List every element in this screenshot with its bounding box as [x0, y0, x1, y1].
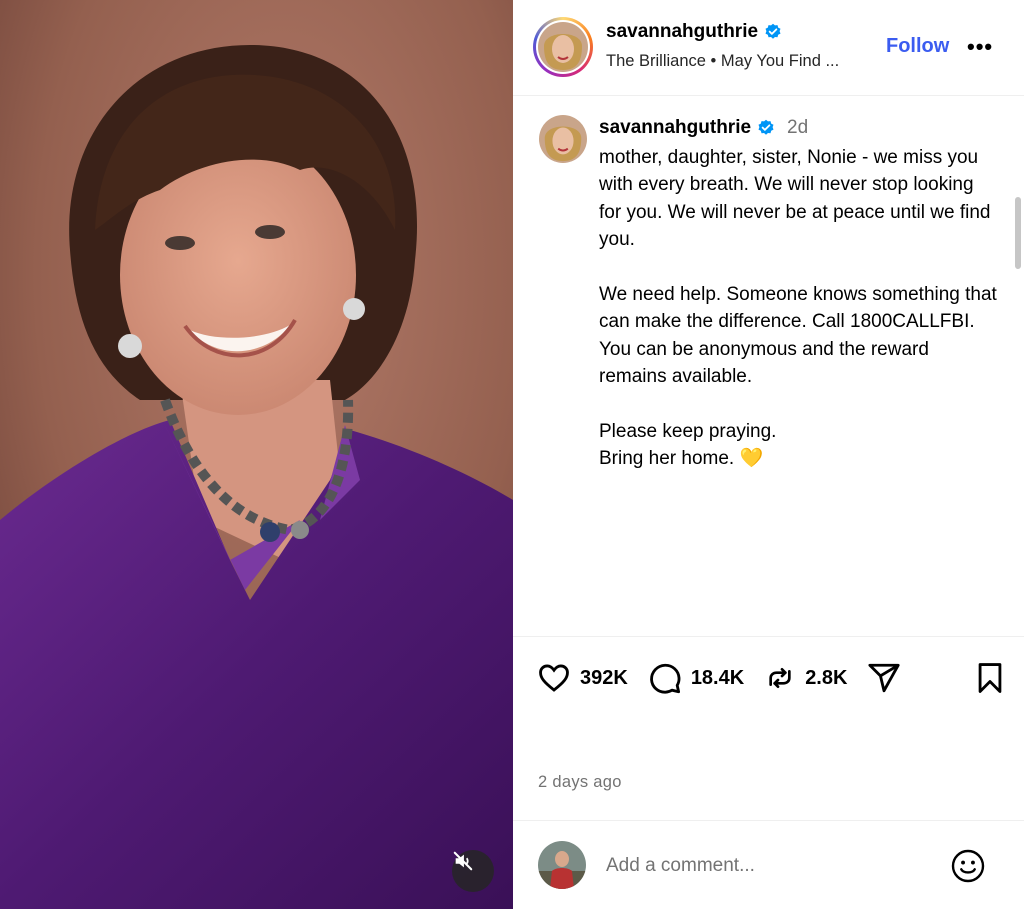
more-options-button[interactable]: ••• — [967, 34, 993, 60]
verified-badge-icon — [765, 23, 781, 39]
caption-paragraph: mother, daughter, sister, Nonie - we mis… — [599, 147, 991, 251]
caption-paragraph: We need help. Someone knows something th… — [599, 284, 997, 388]
like-count[interactable]: 392K — [580, 667, 628, 690]
story-avatar[interactable] — [533, 17, 593, 77]
header-username-row: savannahguthrie — [606, 21, 782, 43]
repost-count[interactable]: 2.8K — [805, 667, 847, 690]
post-media[interactable] — [0, 0, 513, 909]
post-time[interactable]: 2d — [787, 117, 808, 139]
scrollbar[interactable] — [1015, 197, 1021, 269]
paper-plane-icon — [868, 663, 901, 693]
post-date[interactable]: 2 days ago — [538, 773, 622, 792]
save-button[interactable] — [973, 660, 1007, 701]
mute-button[interactable] — [452, 850, 494, 892]
heart-icon — [539, 664, 569, 692]
header-username[interactable]: savannahguthrie — [606, 21, 758, 43]
emoji-button[interactable] — [950, 848, 986, 889]
emoji-icon — [951, 849, 985, 883]
follow-button[interactable]: Follow — [886, 35, 949, 58]
post-photo — [0, 0, 513, 909]
add-comment-row — [513, 820, 1024, 909]
bookmark-icon — [978, 663, 1002, 693]
post-details-panel: savannahguthrie The Brilliance • May You… — [513, 0, 1024, 909]
avatar — [538, 22, 588, 72]
caption-username-row: savannahguthrie 2d — [599, 117, 808, 139]
like-button[interactable]: 392K — [537, 661, 628, 695]
caption-text: mother, daughter, sister, Nonie - we mis… — [599, 144, 999, 473]
repost-button[interactable]: 2.8K — [764, 661, 847, 695]
verified-badge-icon — [758, 119, 774, 135]
speaker-muted-icon — [453, 851, 473, 871]
audio-line[interactable]: The Brilliance • May You Find ... — [606, 52, 839, 71]
action-bar: 392K 18.4K 2.8K — [537, 658, 1007, 698]
repost-icon — [769, 668, 791, 688]
viewer-avatar[interactable] — [538, 841, 586, 889]
comment-count[interactable]: 18.4K — [691, 667, 744, 690]
post-header: savannahguthrie The Brilliance • May You… — [513, 0, 1024, 96]
caption-area[interactable]: savannahguthrie 2d mother, daughter, sis… — [513, 97, 1024, 637]
comment-bubble-icon — [649, 663, 681, 694]
share-button[interactable] — [867, 661, 901, 695]
caption-username[interactable]: savannahguthrie — [599, 117, 751, 139]
caption-avatar[interactable] — [539, 115, 587, 163]
comment-input[interactable] — [606, 851, 926, 881]
comment-button[interactable]: 18.4K — [648, 661, 744, 695]
caption-paragraph: Bring her home. 💛 — [599, 448, 764, 470]
caption-paragraph: Please keep praying. — [599, 421, 777, 443]
